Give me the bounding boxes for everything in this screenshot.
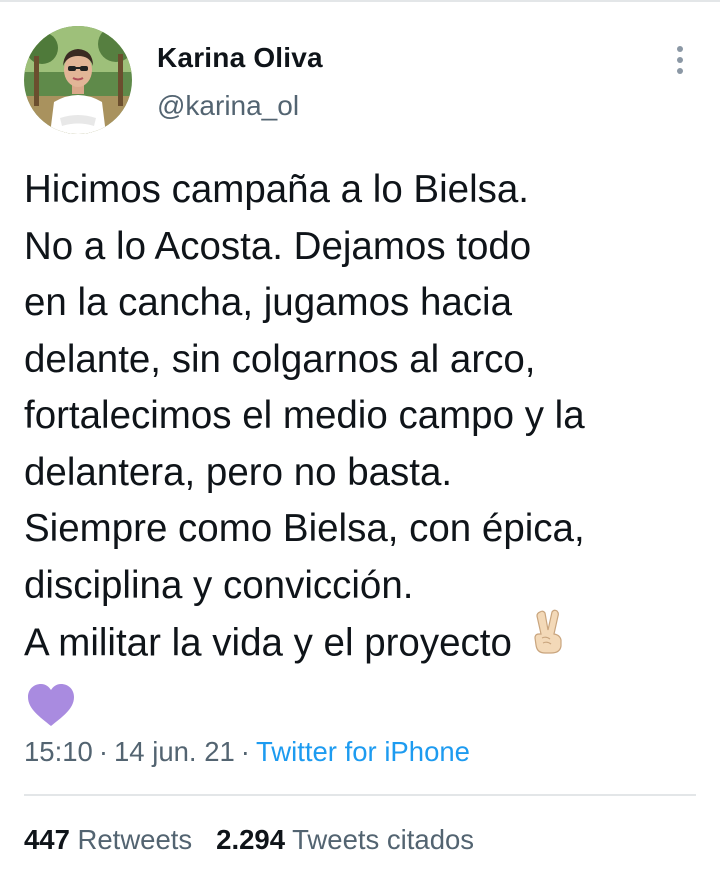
retweets-count: 447 xyxy=(24,824,70,855)
tweet-source-link[interactable]: Twitter for iPhone xyxy=(256,736,470,767)
victory-hand-emoji-icon xyxy=(530,608,568,671)
stats-divider xyxy=(24,794,696,796)
tweet-line: en la cancha, jugamos hacia xyxy=(24,281,512,324)
purple-heart-emoji-icon xyxy=(26,683,76,744)
meta-separator: · xyxy=(240,736,250,767)
tweet-line: disciplina y convicción. xyxy=(24,563,414,607)
meta-separator: · xyxy=(98,736,108,767)
tweet-stats: 447 Retweets 2.294 Tweets citados xyxy=(24,824,474,856)
tweet-line: delante, sin colgarnos al arco, xyxy=(24,337,536,381)
author-handle[interactable]: @karina_ol xyxy=(157,90,299,122)
avatar-image xyxy=(24,26,132,134)
top-divider xyxy=(0,0,720,2)
quote-tweets-stat[interactable]: 2.294 Tweets citados xyxy=(216,824,474,855)
tweet-line: Siempre como Bielsa, con épica, xyxy=(24,507,585,550)
tweet-line: No a lo Acosta. Dejamos todo xyxy=(24,224,532,268)
tweet-text: Hicimos campaña a lo Bielsa. No a lo Aco… xyxy=(24,162,700,733)
tweet-line: A militar la vida y el proyecto xyxy=(24,621,512,665)
quote-tweets-label: Tweets citados xyxy=(292,824,475,855)
retweets-stat[interactable]: 447 Retweets xyxy=(24,824,192,855)
more-options-icon[interactable] xyxy=(664,42,696,78)
tweet-line-last: A militar la vida y el proyecto xyxy=(24,609,700,677)
tweet-line: Hicimos campaña a lo Bielsa. xyxy=(24,168,529,211)
tweet-time[interactable]: 15:10 xyxy=(24,736,93,767)
author-name[interactable]: Karina Oliva xyxy=(157,42,323,74)
avatar[interactable] xyxy=(24,26,132,134)
quote-tweets-count: 2.294 xyxy=(216,824,285,855)
tweet-line: delantera, pero no basta. xyxy=(24,450,453,494)
tweet-date[interactable]: 14 jun. 21 xyxy=(114,736,235,767)
tweet-line: fortalecimos el medio campo y la xyxy=(24,394,585,437)
retweets-label: Retweets xyxy=(77,824,193,855)
emoji-row xyxy=(24,677,700,733)
tweet-meta: 15:10 · 14 jun. 21 · Twitter for iPhone xyxy=(24,736,470,768)
